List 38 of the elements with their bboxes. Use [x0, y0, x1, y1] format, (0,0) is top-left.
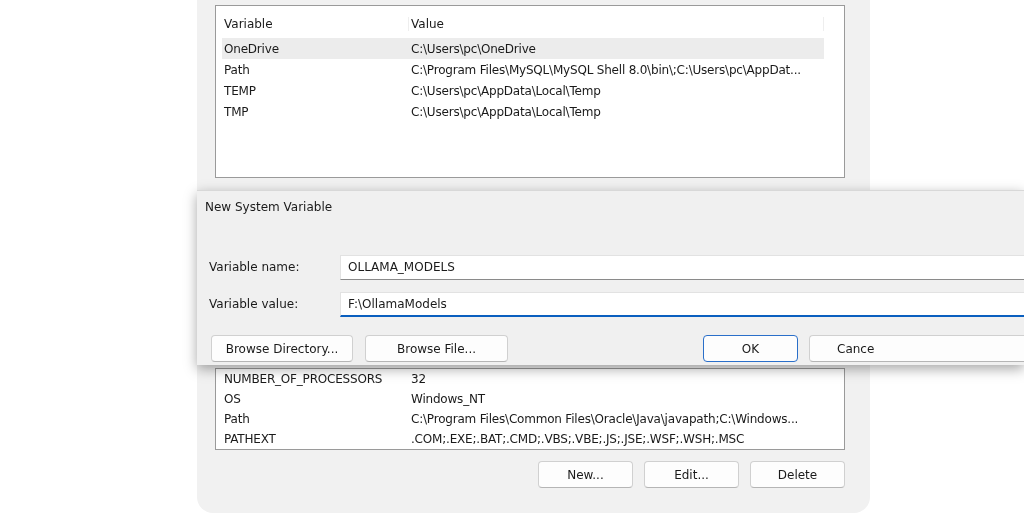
- value-cell-text: Windows_NT: [410, 392, 486, 406]
- variable-cell-text: Path: [223, 412, 251, 426]
- value-cell-text: C:\Program Files\Common Files\Oracle\Java\javapath;C:\Windows...: [410, 412, 800, 426]
- list-row[interactable]: TMP C:\Users\pc\AppData\Local\Temp: [222, 101, 824, 122]
- variable-cell-text: TMP: [223, 104, 250, 119]
- input-field[interactable]: F:\OllamaModels: [340, 291, 1024, 317]
- value-cell-text: .COM;.EXE;.BAT;.CMD;.VBS;.VBE;.JS;.JSE;.WSF;.WSH;.MSC: [410, 432, 746, 446]
- list-row[interactable]: TEMP C:\Users\pc\AppData\Local\Temp: [222, 80, 824, 101]
- list-row[interactable]: Path C:\Program Files\MySQL\MySQL Shell 8.0\bin\;C:\Users\pc\AppDat...: [222, 59, 824, 80]
- value-cell-text: C:\Users\pc\AppData\Local\Temp: [410, 83, 602, 98]
- list-row[interactable]: OneDrive C:\Users\pc\OneDrive: [222, 38, 824, 59]
- list-row[interactable]: PATHEXT .COM;.EXE;.BAT;.CMD;.VBS;.VBE;.JS;.JSE;.WSF;.WSH;.MSC: [222, 429, 824, 449]
- dialog-button[interactable]: Browse Directory...: [211, 335, 353, 362]
- list-row[interactable]: OS Windows_NT: [222, 389, 824, 409]
- variable-cell-text: OneDrive: [223, 41, 280, 56]
- list-button[interactable]: New...: [538, 461, 633, 488]
- field-label: Variable value:: [208, 297, 300, 311]
- list-row[interactable]: Path C:\Program Files\Common Files\Oracle\Java\javapath;C:\Windows...: [222, 409, 824, 429]
- variable-cell-text: NUMBER_OF_PROCESSORS: [223, 372, 384, 386]
- value-cell-text: 32: [410, 372, 427, 386]
- variable-cell-text: PATHEXT: [223, 432, 277, 446]
- variable-cell-text: TEMP: [223, 83, 257, 98]
- input-field[interactable]: OLLAMA_MODELS: [340, 254, 1024, 280]
- value-cell-text: C:\Users\pc\OneDrive: [410, 41, 537, 56]
- value-cell-text: C:\Program Files\MySQL\MySQL Shell 8.0\bin\;C:\Users\pc\AppDat...: [410, 62, 802, 77]
- variable-cell-text: OS: [223, 392, 242, 406]
- list-button[interactable]: Edit...: [644, 461, 739, 488]
- variable-cell-text: Path: [223, 62, 251, 77]
- value-cell-text: C:\Users\pc\AppData\Local\Temp: [410, 104, 602, 119]
- column-header[interactable]: Value: [409, 17, 824, 31]
- dialog-button[interactable]: Browse File...: [365, 335, 508, 362]
- list-button[interactable]: Delete: [750, 461, 845, 488]
- list-row[interactable]: NUMBER_OF_PROCESSORS 32: [222, 369, 824, 389]
- column-header[interactable]: Variable: [222, 17, 409, 31]
- dialog-button[interactable]: Cance: [809, 335, 1024, 362]
- dialog-button[interactable]: OK: [703, 335, 798, 362]
- field-label: Variable name:: [208, 260, 301, 274]
- dialog-title: New System Variable: [205, 200, 334, 214]
